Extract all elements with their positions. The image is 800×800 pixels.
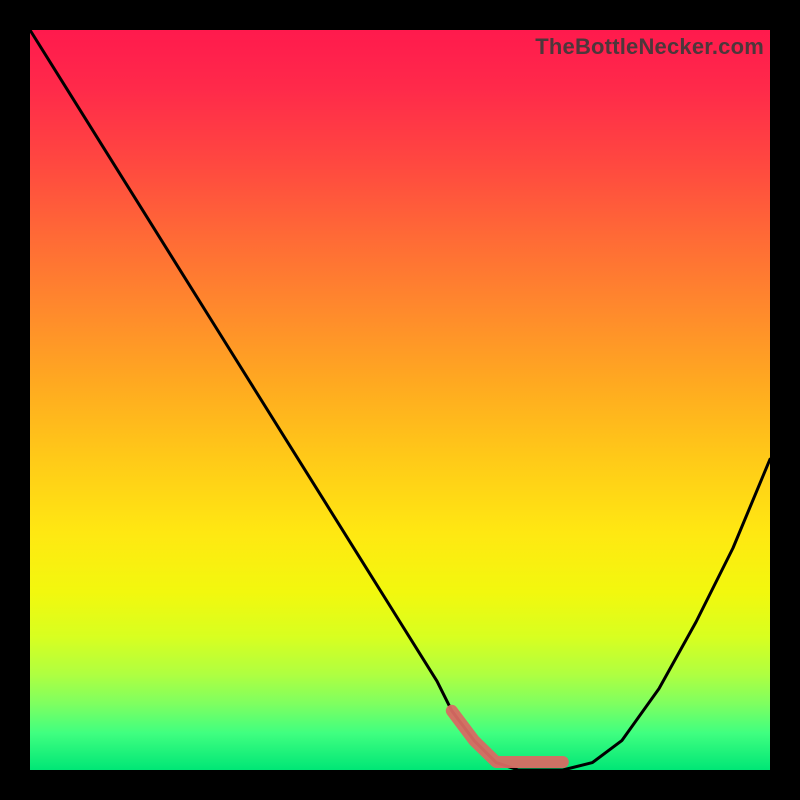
bottleneck-curve — [30, 30, 770, 770]
plot-area: TheBottleNecker.com — [30, 30, 770, 770]
chart-frame: TheBottleNecker.com — [30, 30, 770, 770]
curve-svg — [30, 30, 770, 770]
trough-highlight — [452, 711, 563, 762]
